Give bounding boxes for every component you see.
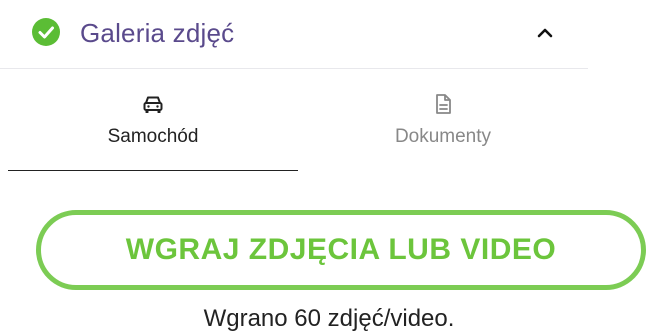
upload-status-text: Wgrano 60 zdjęć/video. — [203, 305, 455, 332]
document-icon — [431, 92, 455, 116]
tab-documents[interactable]: Dokumenty — [298, 88, 588, 170]
upload-button-label: WGRAJ ZDJĘCIA LUB VIDEO — [125, 233, 557, 266]
car-icon — [141, 92, 165, 116]
chevron-up-icon[interactable] — [532, 20, 558, 46]
gallery-section-header[interactable]: Galeria zdjęć — [0, 0, 588, 69]
tab-documents-label: Dokumenty — [394, 126, 492, 147]
check-circle-icon — [32, 18, 60, 46]
section-title: Galeria zdjęć — [80, 18, 235, 48]
tab-car-label: Samochód — [107, 126, 199, 147]
upload-photos-button[interactable]: WGRAJ ZDJĘCIA LUB VIDEO — [36, 210, 646, 290]
tab-car[interactable]: Samochód — [8, 88, 298, 171]
gallery-panel: Galeria zdjęć Samochód Dokumenty WGRAJ Z… — [0, 0, 658, 335]
